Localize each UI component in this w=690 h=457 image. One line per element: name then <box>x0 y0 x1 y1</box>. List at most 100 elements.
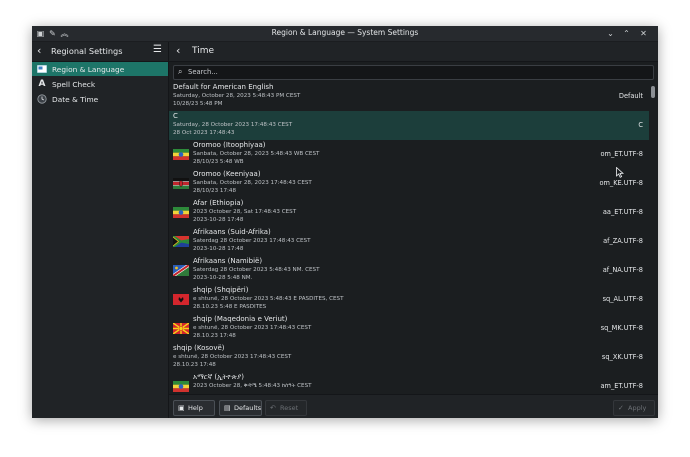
flag-ethiopia-icon <box>173 149 189 160</box>
locale-name: Oromoo (Keeniyaa) <box>193 170 261 178</box>
apply-button[interactable]: ✓ Apply <box>613 400 655 416</box>
hamburger-menu-icon[interactable]: ☰ <box>153 44 162 55</box>
back-icon[interactable]: ‹ <box>37 44 41 57</box>
locale-code: af_ZA.UTF-8 <box>603 237 643 245</box>
sidebar-item-label: Spell Check <box>52 79 96 89</box>
locale-code: af_NA.UTF-8 <box>602 266 643 274</box>
spellcheck-icon: A <box>38 79 46 89</box>
region-icon <box>37 64 47 74</box>
locale-name: Afrikaans (Suid-Afrika) <box>193 228 271 236</box>
locale-long-format: Saturday, 28 October 2023 17:48:43 CEST <box>173 122 293 128</box>
locale-code: sq_MK.UTF-8 <box>600 324 643 332</box>
locale-short-format: 28.10.23 17:48 <box>173 362 216 368</box>
locale-short-format: 10/28/23 5:48 PM <box>173 101 223 107</box>
check-icon: ✓ <box>618 404 624 412</box>
locale-name: Afrikaans (Namibië) <box>193 257 263 265</box>
flag-macedonia-icon <box>173 323 189 334</box>
help-button[interactable]: ▣ Help <box>173 400 215 416</box>
list-item[interactable]: shqip (Kosovë) e shtunë, 28 October 2023 … <box>169 343 649 372</box>
locale-short-format: 28/10/23 17:48 <box>193 188 237 194</box>
clock-icon <box>37 94 47 104</box>
settings-window: ▣ ✎ ︽ Region & Language — System Setting… <box>32 26 658 418</box>
help-icon: ▣ <box>178 404 185 412</box>
locale-code: am_ET.UTF-8 <box>600 382 644 390</box>
locale-short-format: 28.10.23 17:48 <box>193 333 236 339</box>
locale-name: አማርኛ (ኢትዮጵያ) <box>193 373 244 381</box>
maximize-icon[interactable]: ⌃ <box>621 28 632 39</box>
locale-code: C <box>638 121 643 129</box>
list-item[interactable]: Afrikaans (Namibië) Saterdag 28 October 2… <box>169 256 649 285</box>
locale-long-format: e shtunë, 28 October 2023 17:48:43 CEST <box>173 354 292 360</box>
sidebar-item-date-time[interactable]: Date & Time <box>32 92 168 106</box>
locale-long-format: Sanbata, October 28, 2023 5:48:43 WB CES… <box>193 151 320 157</box>
locale-short-format: 28 Oct 2023 17:48:43 <box>173 130 235 136</box>
locale-name: shqip (Kosovë) <box>173 344 225 352</box>
locale-long-format: 2023 October 28, ቅዳሜ 5:48:43 ከሰዓት CEST <box>193 383 312 389</box>
list-item[interactable]: Oromoo (Keeniyaa) Sanbata, October 28, 20… <box>169 169 649 198</box>
defaults-icon: ▤ <box>224 404 231 412</box>
scrollbar-thumb[interactable] <box>651 86 655 98</box>
sidebar-item-spell-check[interactable]: A Spell Check <box>32 77 168 91</box>
close-icon[interactable]: ✕ <box>638 28 649 39</box>
window-title: Region & Language — System Settings <box>271 28 419 37</box>
locale-code: sq_AL.UTF-8 <box>602 295 643 303</box>
sidebar-item-region-language[interactable]: Region & Language <box>32 62 168 76</box>
page-title: Time <box>192 45 215 56</box>
minimize-icon[interactable]: ⌄ <box>605 28 616 39</box>
locale-long-format: Sanbata, October 28, 2023 17:48:43 CEST <box>193 180 312 186</box>
flag-kenya-icon <box>173 178 189 189</box>
list-item[interactable]: Afar (Ethiopia) 2023 October 28, Sat 17:4… <box>169 198 649 227</box>
locale-short-format: 2023-10-28 5:48 NM. <box>193 275 253 281</box>
locale-name: C <box>173 112 178 120</box>
list-item[interactable]: C Saturday, 28 October 2023 17:48:43 CEST… <box>169 111 649 140</box>
scrollbar[interactable] <box>651 84 655 390</box>
list-item[interactable]: Oromoo (Itoophiyaa) Sanbata, October 28, … <box>169 140 649 169</box>
sidebar-header: ‹ Regional Settings ☰ <box>32 42 168 62</box>
locale-short-format: 2023-10-28 17:48 <box>193 217 244 223</box>
back-icon[interactable]: ‹ <box>176 44 180 57</box>
defaults-button[interactable]: ▤ Defaults <box>219 400 262 416</box>
locale-long-format: 2023 October 28, Sat 17:48:43 CEST <box>193 209 297 215</box>
locale-code: Default <box>618 92 643 100</box>
flag-albania-icon <box>173 294 189 305</box>
list-item[interactable]: shqip (Maqedonia e Veriut) e shtunë, 28 O… <box>169 314 649 343</box>
locale-list: Default for American English Saturday, Oc… <box>169 82 649 392</box>
locale-long-format: e shtunë, 28 October 2023 17:48:43 CEST <box>193 325 312 331</box>
sidebar-title: Regional Settings <box>51 46 123 56</box>
locale-short-format: 28.10.23 5:48 E PASDITES <box>193 304 267 310</box>
flag-ethiopia-icon <box>173 207 189 218</box>
locale-short-format: 2023-10-28 17:48 <box>193 246 244 252</box>
flag-southafrica-icon <box>173 236 189 247</box>
search-field[interactable]: ⌕ Search... <box>173 65 654 80</box>
reset-button[interactable]: ↶ Reset <box>265 400 307 416</box>
main-panel: ‹ Time ⌕ Search... Default for American … <box>169 42 658 418</box>
undo-icon: ↶ <box>270 404 276 412</box>
flag-namibia-icon <box>173 265 189 276</box>
list-item[interactable]: Afrikaans (Suid-Afrika) Saterdag 28 Octob… <box>169 227 649 256</box>
locale-name: Afar (Ethiopia) <box>193 199 244 207</box>
sidebar-item-label: Date & Time <box>52 94 99 104</box>
search-icon: ⌕ <box>178 67 183 76</box>
search-placeholder: Search... <box>188 68 218 76</box>
locale-code: sq_XK.UTF-8 <box>601 353 643 361</box>
sidebar: ‹ Regional Settings ☰ Region & Language … <box>32 42 169 418</box>
mouse-cursor-icon <box>616 166 625 181</box>
locale-long-format: Saterdag 28 October 2023 17:48:43 CEST <box>193 238 311 244</box>
locale-name: Default for American English <box>173 83 274 91</box>
locale-short-format: 28/10/23 5:48 WB <box>193 159 244 165</box>
locale-name: shqip (Shqipëri) <box>193 286 249 294</box>
locale-name: Oromoo (Itoophiyaa) <box>193 141 266 149</box>
main-header: ‹ Time <box>169 42 658 62</box>
locale-long-format: Saterdag 28 October 2023 5:48:43 NM. CES… <box>193 267 320 273</box>
locale-name: shqip (Maqedonia e Veriut) <box>193 315 288 323</box>
list-item[interactable]: Default for American English Saturday, Oc… <box>169 82 649 111</box>
locale-code: om_ET.UTF-8 <box>600 150 643 158</box>
locale-long-format: Saturday, October 28, 2023 5:48:43 PM CE… <box>173 93 301 99</box>
titlebar: ▣ ✎ ︽ Region & Language — System Setting… <box>32 26 658 42</box>
sidebar-item-label: Region & Language <box>52 64 125 74</box>
locale-long-format: e shtunë, 28 October 2023 5:48:43 E PASD… <box>193 296 344 302</box>
footer-bar: ▣ Help ▤ Defaults ↶ Reset ✓ Apply <box>169 394 658 418</box>
flag-ethiopia-icon <box>173 381 189 392</box>
list-item[interactable]: shqip (Shqipëri) e shtunë, 28 October 202… <box>169 285 649 314</box>
list-item[interactable]: አማርኛ (ኢትዮጵያ) 2023 October 28, ቅዳሜ 5:48:43… <box>169 372 649 392</box>
